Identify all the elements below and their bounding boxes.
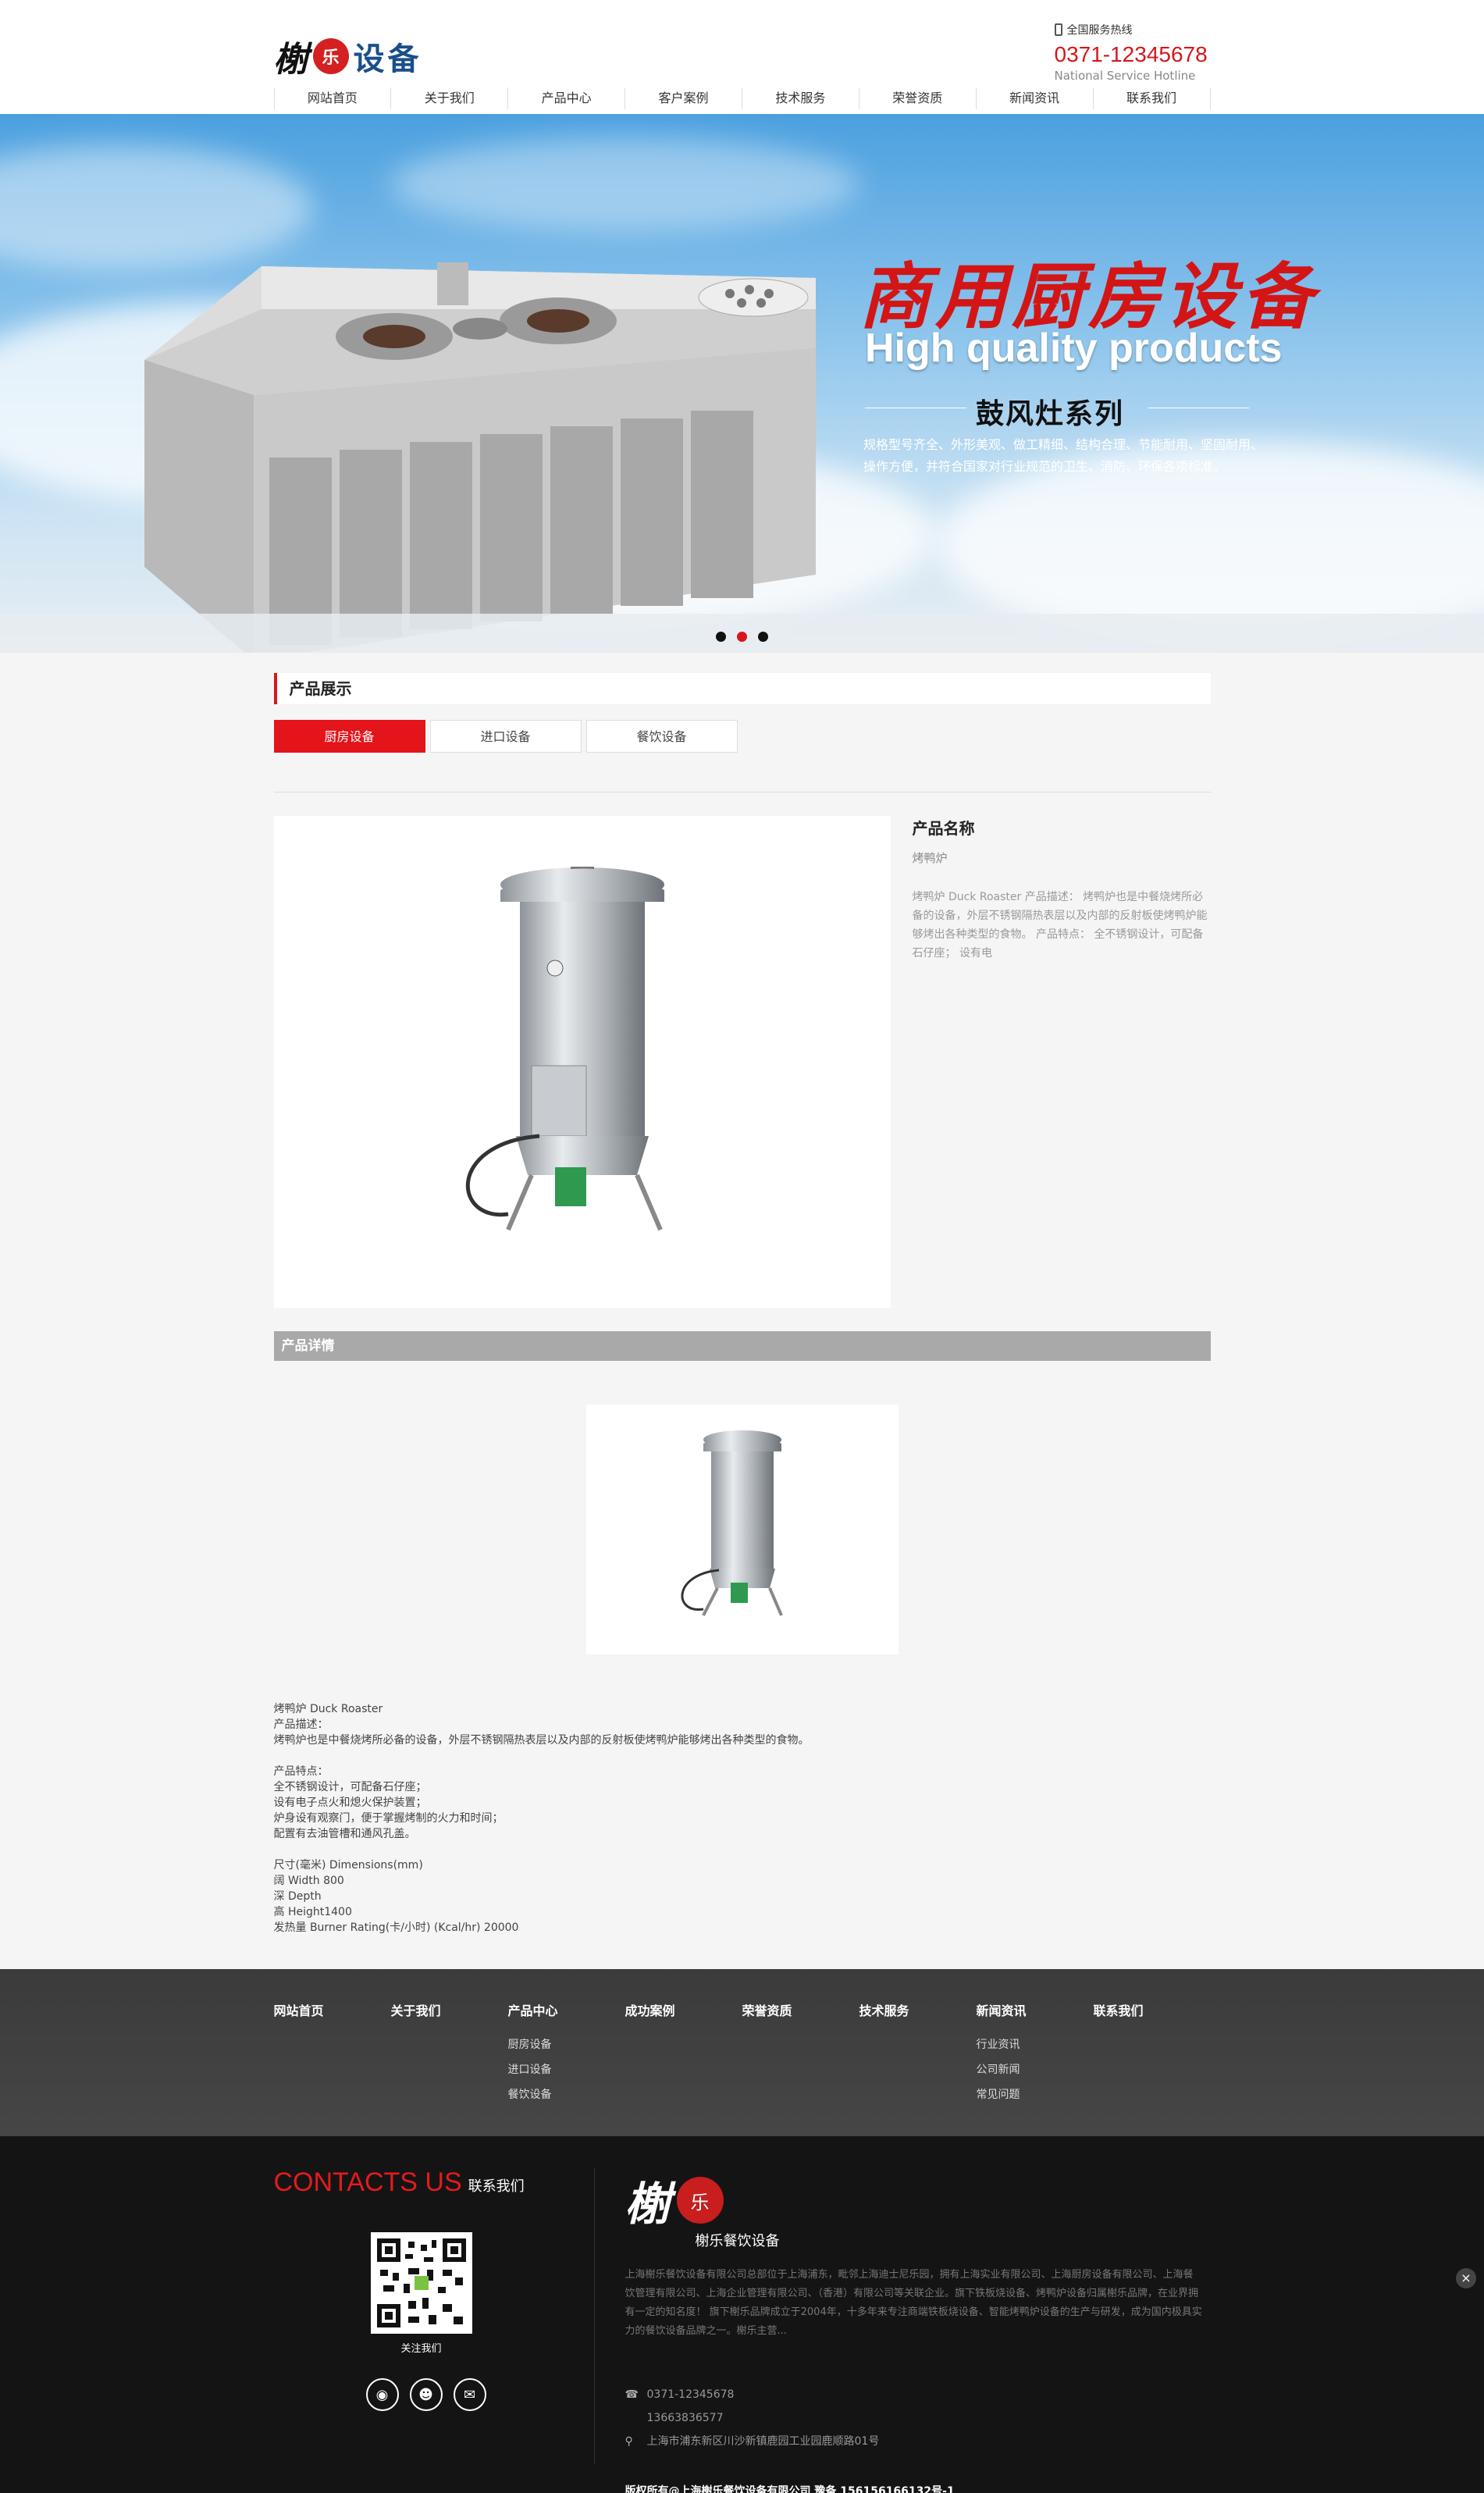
banner-subtitle: High quality products xyxy=(865,326,1283,371)
nav-service[interactable]: 技术服务 xyxy=(742,87,859,109)
footer-link-imported[interactable]: 进口设备 xyxy=(508,2061,625,2077)
location-icon: ⚲ xyxy=(625,2435,633,2448)
contact-heading-cn: 联系我们 xyxy=(468,2178,525,2194)
duck-roaster-image xyxy=(465,867,664,1231)
social-links: ◉ ☻ ✉ xyxy=(365,2378,602,2411)
hotline-number: 0371-12345678 xyxy=(1054,42,1208,66)
tab-imported[interactable]: 进口设备 xyxy=(429,720,582,753)
footer-logo[interactable]: 榭 乐 xyxy=(625,2167,1211,2233)
logo-seal-icon: 乐 xyxy=(312,38,349,74)
main-nav: 网站首页 关于我们 产品中心 客户案例 技术服务 荣誉资质 新闻资讯 联系我们 xyxy=(273,83,1211,114)
footer-logo-sub: 榭乐餐饮设备 xyxy=(695,2233,780,2249)
duck-roaster-detail-image xyxy=(680,1430,783,1616)
footer-link-service[interactable]: 技术服务 xyxy=(859,2000,977,2019)
section-title: 产品展示 xyxy=(273,673,1211,704)
detail-image xyxy=(585,1405,899,1654)
main-content: 产品展示 厨房设备 进口设备 餐饮设备 产品名称 烤鸭炉 烤鸭炉 Duck Ro… xyxy=(273,653,1211,1936)
footer-nav: 网站首页 关于我们 产品中心 厨房设备 进口设备 餐饮设备 成功案例 荣誉资质 … xyxy=(0,1969,1484,2136)
qr-code xyxy=(370,2232,472,2334)
phone-icon: ☎ xyxy=(625,2388,639,2401)
hero-banner[interactable]: 商用厨房设备 High quality products 鼓风灶系列 规格型号齐… xyxy=(0,114,1484,653)
carousel-dot-3[interactable] xyxy=(758,632,768,642)
product-image xyxy=(273,816,891,1308)
contact-heading: CONTACTS US 联系我们 xyxy=(274,2167,602,2198)
carousel-dots xyxy=(716,632,768,642)
footer-link-about[interactable]: 关于我们 xyxy=(391,2000,508,2019)
footer-col-cases: 成功案例 xyxy=(625,2000,742,2102)
product-info: 产品名称 烤鸭炉 烤鸭炉 Duck Roaster 产品描述： 烤鸭炉也是中餐烧… xyxy=(913,816,1211,1308)
nav-honors[interactable]: 荣誉资质 xyxy=(859,87,977,109)
footer-link-industry[interactable]: 行业资讯 xyxy=(977,2036,1094,2052)
footer-logo-char: 榭 xyxy=(625,2178,671,2231)
product-name: 烤鸭炉 xyxy=(912,851,948,865)
product-block: 产品名称 烤鸭炉 烤鸭炉 Duck Roaster 产品描述： 烤鸭炉也是中餐烧… xyxy=(273,816,1211,1308)
contact-heading-en: CONTACTS US xyxy=(273,2167,462,2197)
qr-code-icon xyxy=(376,2238,466,2327)
stove-illustration xyxy=(144,262,816,653)
nav-about[interactable]: 关于我们 xyxy=(391,87,509,109)
hotline-sub: National Service Hotline xyxy=(1054,69,1196,83)
footer-link-home[interactable]: 网站首页 xyxy=(274,2000,391,2019)
hotline-label: 全国服务热线 xyxy=(1066,24,1133,37)
wechat-icon[interactable]: ✉ xyxy=(453,2378,486,2411)
footer-col-honors: 荣誉资质 xyxy=(742,2000,859,2102)
contact-phone-2: 13663836577 xyxy=(646,2412,724,2424)
category-tabs: 厨房设备 进口设备 餐饮设备 xyxy=(273,720,1211,753)
footer-col-products: 产品中心 厨房设备 进口设备 餐饮设备 xyxy=(508,2000,625,2102)
footer-link-products[interactable]: 产品中心 xyxy=(508,2000,625,2019)
qq-icon[interactable]: ☻ xyxy=(409,2378,443,2411)
footer-link-kitchen[interactable]: 厨房设备 xyxy=(508,2036,625,2052)
footer-logo-seal-icon: 乐 xyxy=(676,2177,724,2224)
site-logo[interactable]: 榭 乐 设备 xyxy=(274,31,422,81)
contact-phone-1: 0371-12345678 xyxy=(646,2388,735,2401)
contact-address: 上海市浦东新区川沙新镇鹿园工业园鹿顺路01号 xyxy=(646,2435,880,2448)
contact-info: ☎ 0371-12345678 13663836577 ⚲ 上海市浦东新区川沙新镇鹿… xyxy=(625,2383,1211,2453)
nav-cases[interactable]: 客户案例 xyxy=(625,87,742,109)
footer-contact: CONTACTS US 联系我们 关注我们 ◉ ☻ ✉ 榭 乐 榭乐餐饮设备 上… xyxy=(0,2136,1484,2493)
footer-link-company-news[interactable]: 公司新闻 xyxy=(977,2061,1094,2077)
detail-text: 烤鸭炉 Duck Roaster 产品描述： 烤鸭炉也是中餐烧烤所必备的设备，外… xyxy=(273,1703,810,1934)
nav-news[interactable]: 新闻资讯 xyxy=(977,87,1094,109)
copyright: 版权所有@上海榭乐餐饮设备有限公司 豫备 15615616613​2号-1 xyxy=(625,2485,955,2493)
footer-col-contact: 联系我们 xyxy=(1094,2000,1211,2102)
company-intro: 上海榭乐餐饮设备有限公司总部位于上海浦东，毗邻上海迪士尼乐园，拥有上海实业有限公… xyxy=(625,2269,1202,2337)
footer-link-catering[interactable]: 餐饮设备 xyxy=(508,2086,625,2102)
close-icon[interactable]: × xyxy=(1456,2268,1476,2288)
logo-char: 榭 xyxy=(273,40,308,80)
footer-col-home: 网站首页 xyxy=(274,2000,391,2102)
nav-contact[interactable]: 联系我们 xyxy=(1094,87,1211,109)
nav-home[interactable]: 网站首页 xyxy=(273,87,392,109)
footer-link-cases[interactable]: 成功案例 xyxy=(625,2000,742,2019)
footer-col-about: 关于我们 xyxy=(391,2000,508,2102)
qr-label: 关注我们 xyxy=(400,2343,442,2355)
product-desc: 烤鸭炉 Duck Roaster 产品描述： 烤鸭炉也是中餐烧烤所必备的设备，外… xyxy=(912,891,1208,960)
nav-products[interactable]: 产品中心 xyxy=(508,87,626,109)
product-name-label: 产品名称 xyxy=(912,819,975,838)
tab-kitchen[interactable]: 厨房设备 xyxy=(273,720,425,753)
site-header: 榭 乐 设备 全国服务热线 0371-12345678 National Ser… xyxy=(0,0,1484,114)
footer-link-honors[interactable]: 荣誉资质 xyxy=(742,2000,859,2019)
phone-icon xyxy=(1054,23,1062,36)
weibo-icon[interactable]: ◉ xyxy=(365,2378,399,2411)
carousel-dot-2[interactable] xyxy=(737,632,747,642)
detail-title: 产品详情 xyxy=(273,1331,1211,1361)
banner-desc: 规格型号齐全、外形美观、做工精细、结构合理、节能耐用、坚固耐用、操作方便，并符合… xyxy=(863,437,1264,474)
carousel-dot-1[interactable] xyxy=(716,632,726,642)
footer-col-service: 技术服务 xyxy=(859,2000,977,2102)
banner-series: 鼓风灶系列 xyxy=(976,398,1125,430)
footer-col-news: 新闻资讯 行业资讯 公司新闻 常见问题 xyxy=(977,2000,1094,2102)
logo-word: 设备 xyxy=(353,41,422,77)
footer-link-news[interactable]: 新闻资讯 xyxy=(977,2000,1094,2019)
footer-link-contact[interactable]: 联系我们 xyxy=(1094,2000,1211,2019)
footer-link-faq[interactable]: 常见问题 xyxy=(977,2086,1094,2102)
tab-catering[interactable]: 餐饮设备 xyxy=(585,720,738,753)
hotline: 全国服务热线 0371-12345678 National Service Ho… xyxy=(1054,22,1226,83)
